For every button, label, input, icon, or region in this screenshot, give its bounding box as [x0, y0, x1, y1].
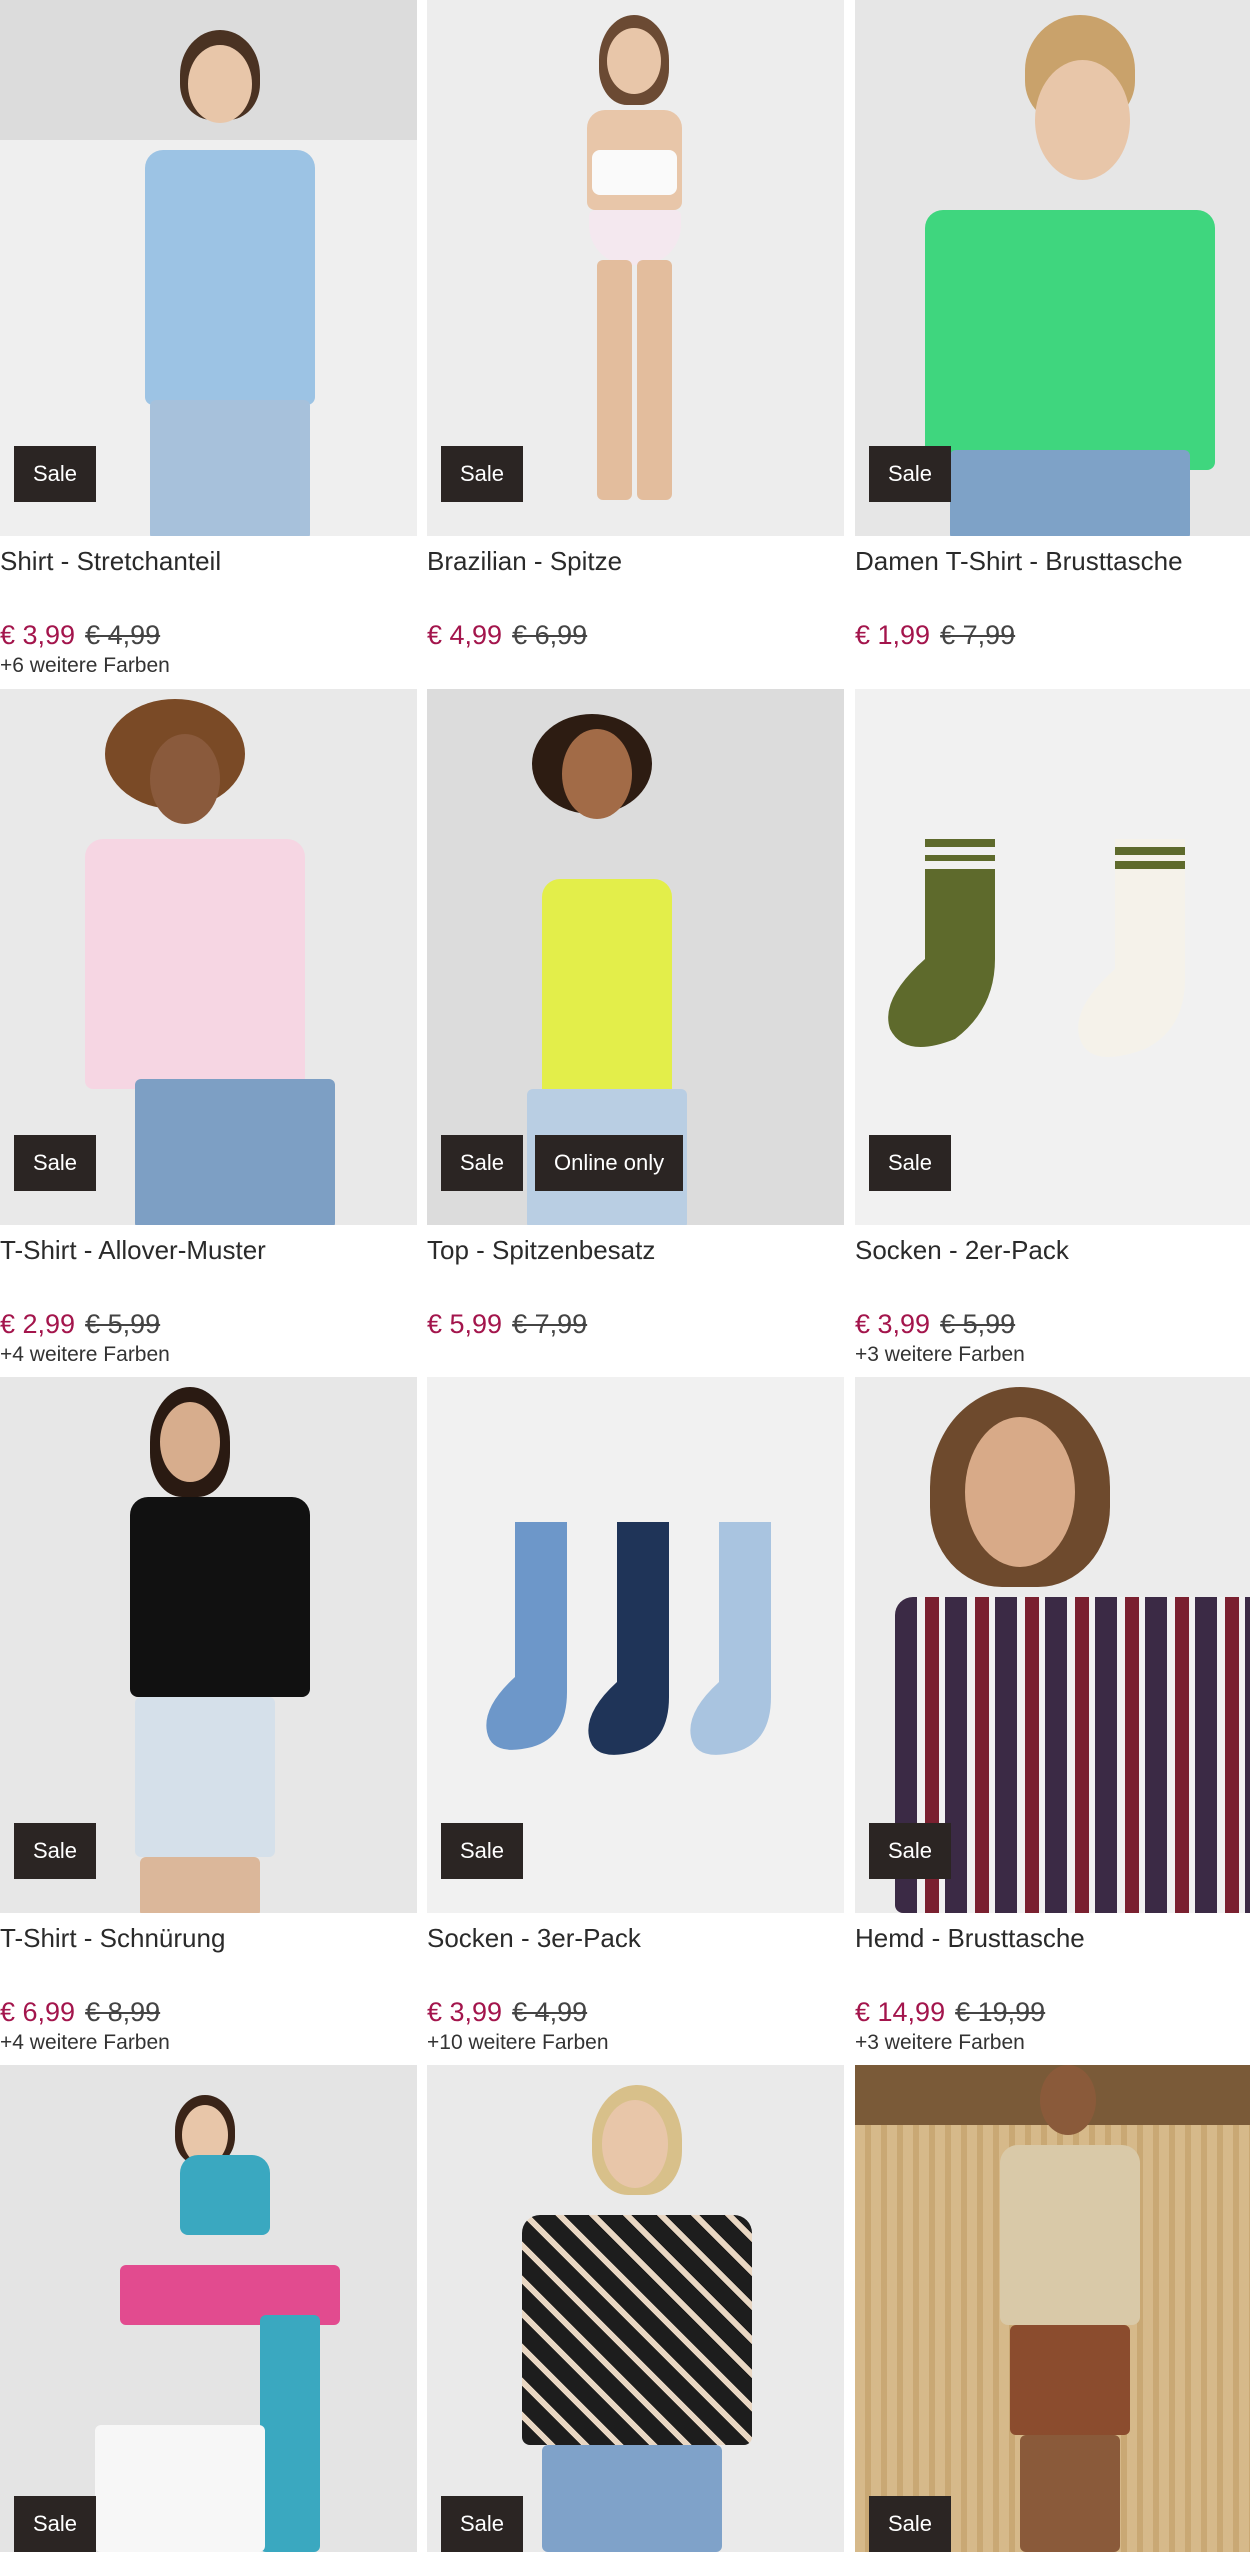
sale-badge: Sale: [14, 446, 97, 502]
current-price: € 14,99: [855, 1997, 946, 2027]
current-price: € 2,99: [0, 1309, 76, 1339]
product-card[interactable]: Sale: [855, 2065, 1250, 2552]
price-row: € 14,99 € 19,99: [855, 1997, 1250, 2027]
product-image[interactable]: Sale: [855, 2065, 1250, 2552]
product-image[interactable]: Sale: [855, 689, 1250, 1225]
product-image[interactable]: Sale: [0, 0, 417, 536]
old-price: € 4,99: [512, 1997, 588, 2027]
product-title[interactable]: Socken - 2er-Pack: [855, 1235, 1250, 1265]
product-card[interactable]: Sale T-Shirt - Schnürung € 6,99 € 8,99 +4…: [0, 1377, 417, 2055]
price-row: € 4,99 € 6,99: [427, 620, 844, 650]
online-only-badge: Online only: [535, 1135, 684, 1191]
product-card[interactable]: Sale Socken - 2er-Pack € 3,99 € 5,99 +3 w…: [855, 689, 1250, 1367]
product-title[interactable]: T-Shirt - Schnürung: [0, 1923, 417, 1953]
current-price: € 6,99: [0, 1997, 76, 2027]
sale-badge: Sale: [441, 2496, 524, 2552]
more-colors-link[interactable]: +6 weitere Farben: [0, 654, 417, 678]
product-card[interactable]: Sale Shirt - Stretchanteil € 3,99 € 4,99 …: [0, 0, 417, 678]
product-card[interactable]: Sale Brazilian - Spitze € 4,99 € 6,99: [427, 0, 844, 654]
product-image[interactable]: Sale: [0, 689, 417, 1225]
sale-badge: Sale: [869, 2496, 952, 2552]
price-row: € 5,99 € 7,99: [427, 1309, 844, 1339]
current-price: € 5,99: [427, 1309, 503, 1339]
sale-badge: Sale: [441, 446, 524, 502]
price-row: € 1,99 € 7,99: [855, 620, 1250, 650]
product-title[interactable]: T-Shirt - Allover-Muster: [0, 1235, 417, 1265]
more-colors-link[interactable]: +3 weitere Farben: [855, 2031, 1250, 2055]
current-price: € 3,99: [855, 1309, 931, 1339]
old-price: € 4,99: [85, 620, 161, 650]
old-price: € 5,99: [85, 1309, 161, 1339]
old-price: € 19,99: [955, 1997, 1046, 2027]
more-colors-link[interactable]: +10 weitere Farben: [427, 2031, 844, 2055]
sale-badge: Sale: [869, 1823, 952, 1879]
price-row: € 3,99 € 4,99: [427, 1997, 844, 2027]
current-price: € 4,99: [427, 620, 503, 650]
product-card[interactable]: Sale Online only Top - Spitzenbesatz € 5…: [427, 689, 844, 1343]
old-price: € 7,99: [940, 620, 1016, 650]
price-row: € 3,99 € 5,99: [855, 1309, 1250, 1339]
product-card[interactable]: Sale Socken - 3er-Pack € 3,99 € 4,99 +10 …: [427, 1377, 844, 2055]
product-image[interactable]: Sale: [855, 1377, 1250, 1913]
old-price: € 5,99: [940, 1309, 1016, 1339]
product-card[interactable]: Sale Hemd - Brusttasche € 14,99 € 19,99 +…: [855, 1377, 1250, 2055]
product-image[interactable]: Sale: [0, 1377, 417, 1913]
product-card[interactable]: Sale: [427, 2065, 844, 2552]
current-price: € 3,99: [0, 620, 76, 650]
product-title[interactable]: Hemd - Brusttasche: [855, 1923, 1250, 1953]
price-row: € 6,99 € 8,99: [0, 1997, 417, 2027]
product-image[interactable]: Sale: [0, 2065, 417, 2552]
sale-badge: Sale: [14, 2496, 97, 2552]
current-price: € 1,99: [855, 620, 931, 650]
product-title[interactable]: Top - Spitzenbesatz: [427, 1235, 844, 1265]
product-title[interactable]: Damen T-Shirt - Brusttasche: [855, 546, 1250, 576]
product-title[interactable]: Shirt - Stretchanteil: [0, 546, 417, 576]
product-image[interactable]: Sale: [427, 0, 844, 536]
old-price: € 7,99: [512, 1309, 588, 1339]
product-title[interactable]: Socken - 3er-Pack: [427, 1923, 844, 1953]
current-price: € 3,99: [427, 1997, 503, 2027]
sale-badge: Sale: [441, 1135, 524, 1191]
price-row: € 2,99 € 5,99: [0, 1309, 417, 1339]
product-image[interactable]: Sale: [427, 2065, 844, 2552]
more-colors-link[interactable]: +4 weitere Farben: [0, 2031, 417, 2055]
sale-badge: Sale: [14, 1823, 97, 1879]
more-colors-link[interactable]: +3 weitere Farben: [855, 1343, 1250, 1367]
sale-badge: Sale: [869, 446, 952, 502]
product-image[interactable]: Sale: [855, 0, 1250, 536]
product-card[interactable]: Sale: [0, 2065, 417, 2552]
sale-badge: Sale: [869, 1135, 952, 1191]
product-card[interactable]: Sale T-Shirt - Allover-Muster € 2,99 € 5,…: [0, 689, 417, 1367]
price-row: € 3,99 € 4,99: [0, 620, 417, 650]
product-image[interactable]: Sale Online only: [427, 689, 844, 1225]
product-image[interactable]: Sale: [427, 1377, 844, 1913]
product-title[interactable]: Brazilian - Spitze: [427, 546, 844, 576]
old-price: € 6,99: [512, 620, 588, 650]
more-colors-link[interactable]: +4 weitere Farben: [0, 1343, 417, 1367]
old-price: € 8,99: [85, 1997, 161, 2027]
sale-badge: Sale: [14, 1135, 97, 1191]
product-grid: Sale Shirt - Stretchanteil € 3,99 € 4,99 …: [0, 0, 1250, 2552]
product-card[interactable]: Sale Damen T-Shirt - Brusttasche € 1,99 €…: [855, 0, 1250, 654]
sale-badge: Sale: [441, 1823, 524, 1879]
